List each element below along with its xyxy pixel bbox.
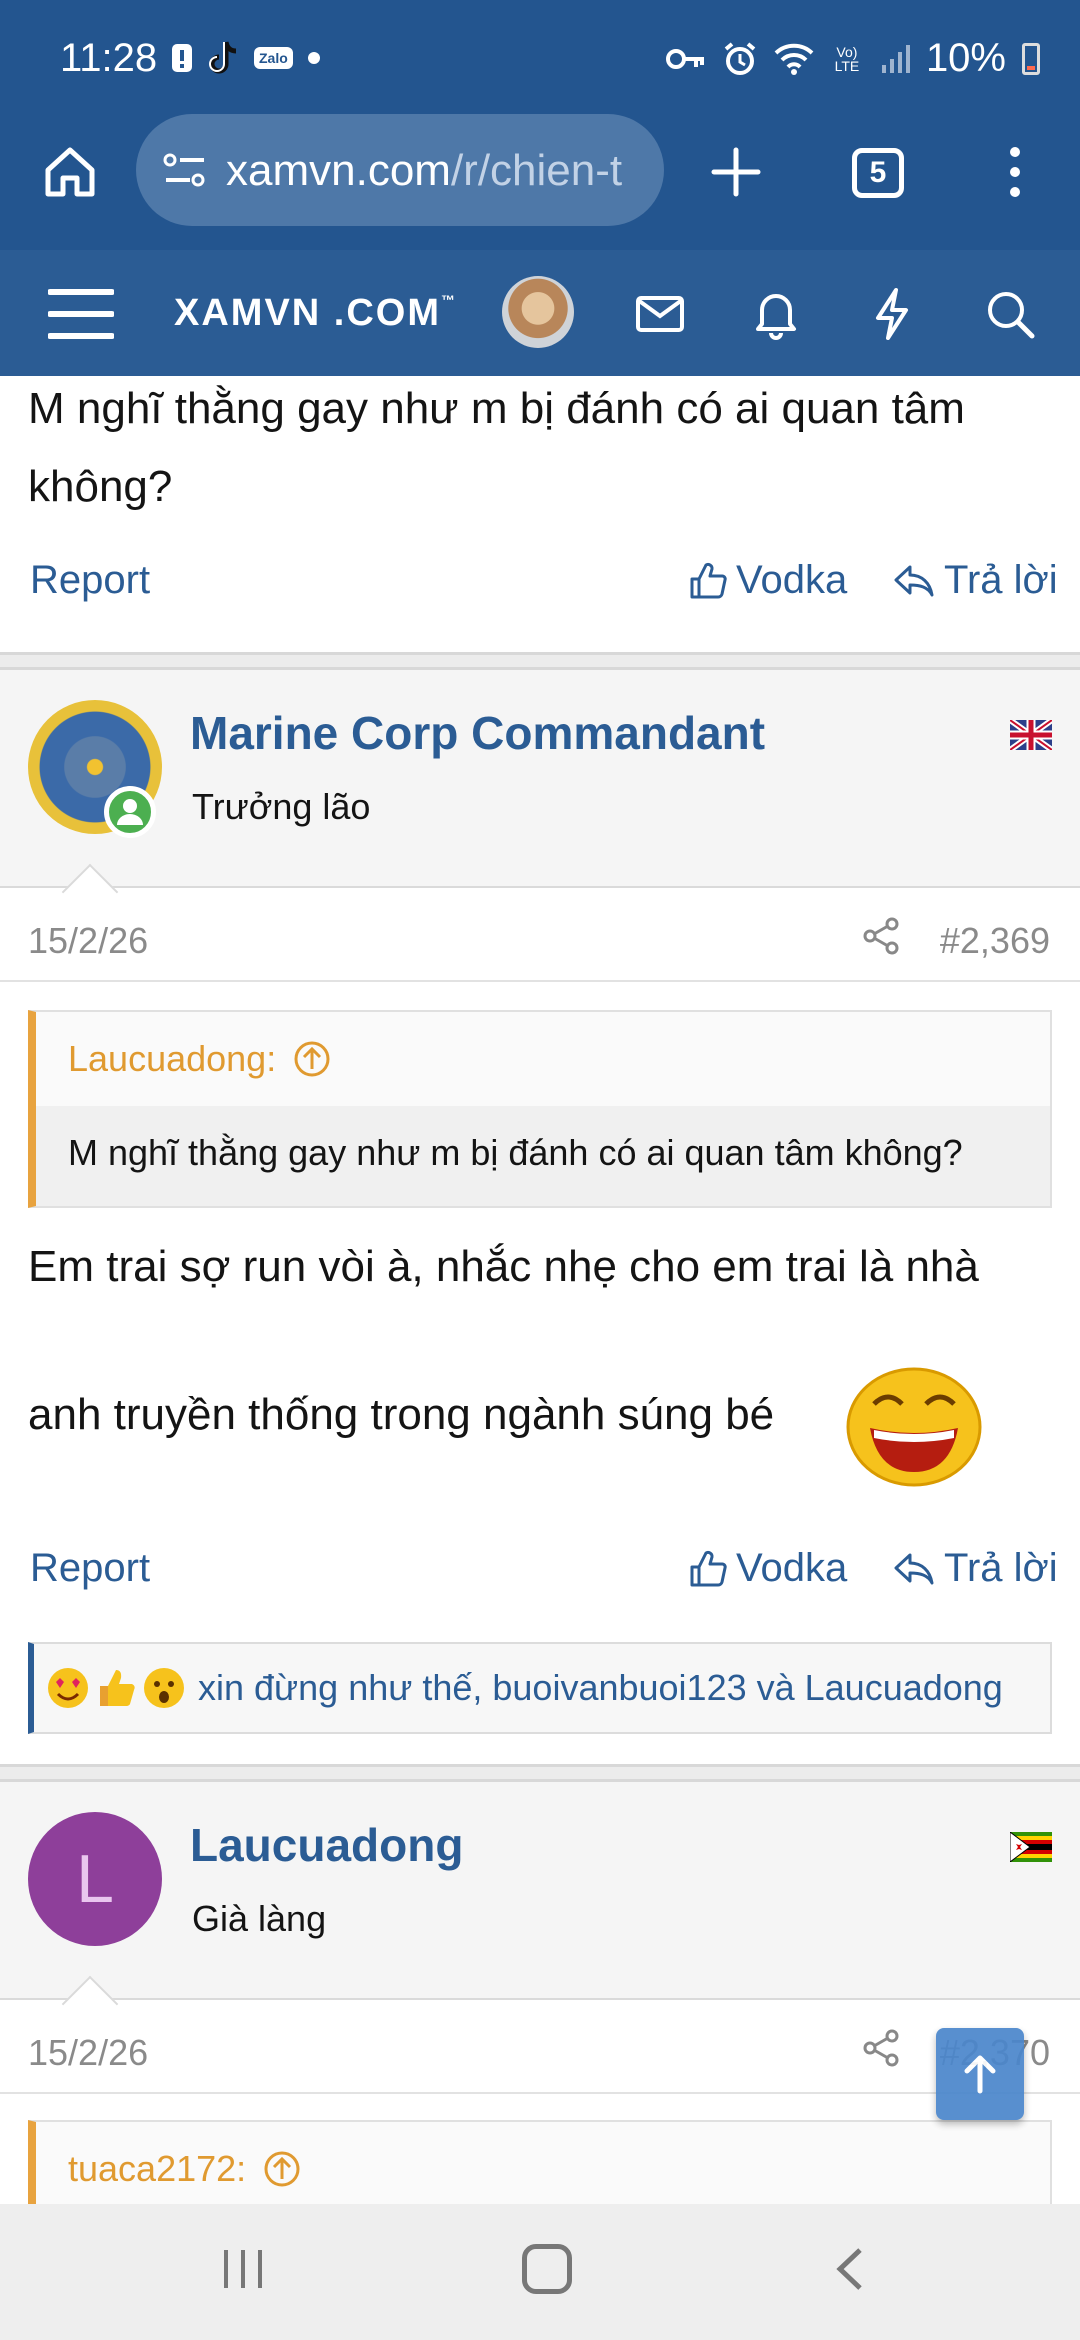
post-separator [0, 652, 1080, 670]
notification-icon [170, 42, 194, 74]
post-body-text: M nghĩ thằng gay như m bị đánh có ai qua… [28, 384, 965, 511]
reply-label: Trả lời [944, 1546, 1058, 1590]
online-status-icon [104, 786, 156, 838]
arrow-up-icon [964, 2055, 996, 2094]
quote-header[interactable]: tuaca2172: [36, 2122, 1050, 2204]
share-icon[interactable] [862, 2028, 902, 2068]
url-bar[interactable]: xamvn.com/r/chien-t [136, 114, 664, 226]
laughing-emoji-icon [846, 1367, 982, 1487]
url-host: xamvn.com [226, 146, 451, 195]
reactions-text[interactable]: xin đừng như thế, buoivanbuoi123 và Lauc… [198, 1667, 1003, 1709]
scroll-to-top-button[interactable] [936, 2028, 1024, 2120]
back-icon[interactable] [826, 2244, 876, 2294]
battery-percent: 10% [925, 36, 1006, 80]
key-icon [665, 44, 706, 74]
user-title: Trưởng lão [192, 786, 371, 827]
user-title: Già làng [192, 1898, 327, 1939]
reply-icon [894, 1553, 934, 1584]
user-avatar[interactable]: L [28, 1812, 162, 1946]
report-link[interactable]: Report [30, 558, 150, 603]
recent-apps-icon[interactable] [218, 2244, 268, 2294]
logo-text: XAMVN .COM [174, 292, 441, 334]
browser-header: 11:28 Zalo Vo) LTE 10% xamvn.com/r/chien… [0, 0, 1080, 250]
thread-content: M nghĩ thằng gay như m bị đánh có ai qua… [0, 376, 1080, 2204]
zalo-icon: Zalo [254, 47, 293, 69]
post-body-text: Em trai sợ run vòi à, nhắc nhẹ cho em tr… [28, 1242, 979, 1291]
post-meta: 15/2/26 #2,370 [0, 2002, 1080, 2094]
inbox-icon[interactable] [630, 284, 690, 344]
hamburger-menu-icon[interactable] [47, 288, 115, 340]
thumbs-up-icon [690, 1550, 727, 1586]
report-link[interactable]: Report [30, 1546, 150, 1591]
reactions-bar[interactable]: xin đừng như thế, buoivanbuoi123 và Lauc… [28, 1642, 1052, 1734]
post-header: L Laucuadong Già làng [0, 1782, 1080, 2033]
browser-toolbar: xamvn.com/r/chien-t 5 [0, 112, 1080, 250]
status-bar: 11:28 Zalo Vo) LTE 10% [0, 0, 1080, 112]
post-meta: 15/2/26 #2,369 [0, 890, 1080, 982]
surprised-emoji-icon [142, 1666, 186, 1710]
home-button[interactable] [522, 2244, 572, 2294]
post-date[interactable]: 15/2/26 [28, 2032, 148, 2074]
heart-eyes-emoji-icon [46, 1666, 90, 1710]
quote-author[interactable]: Laucuadong: [68, 1038, 276, 1080]
quote-block: tuaca2172: [28, 2120, 1052, 2204]
site-settings-icon[interactable] [162, 150, 208, 195]
thumbs-up-icon [690, 562, 727, 598]
tiktok-icon [208, 40, 240, 76]
site-logo[interactable]: XAMVN .COM™ [174, 292, 457, 335]
reply-icon [894, 565, 934, 596]
avatar-letter: L [76, 1841, 114, 1917]
battery-icon [1022, 42, 1040, 75]
quote-block: Laucuadong: M nghĩ thằng gay như m bị đá… [28, 1010, 1052, 1208]
more-options-icon[interactable] [1000, 142, 1030, 202]
wifi-icon [774, 43, 814, 75]
post-separator [0, 1764, 1080, 1782]
reply-button[interactable]: Trả lời [892, 558, 1058, 603]
quote-text: M nghĩ thằng gay như m bị đánh có ai qua… [36, 1106, 1050, 1206]
go-to-quote-icon[interactable] [262, 2149, 302, 2189]
reply-button[interactable]: Trả lời [892, 1546, 1058, 1591]
home-icon[interactable] [40, 142, 100, 202]
post-body-text: anh truyền thống trong ngành súng bé [28, 1390, 775, 1439]
status-right-icons: Vo) LTE 10% [665, 36, 1040, 81]
vodka-label: Vodka [736, 1546, 848, 1590]
user-avatar[interactable] [502, 276, 574, 348]
share-icon[interactable] [862, 916, 902, 956]
lte-label: Vo) LTE [834, 43, 860, 74]
quote-header[interactable]: Laucuadong: [36, 1012, 1050, 1106]
vodka-button[interactable]: Vodka [688, 1546, 847, 1591]
username[interactable]: Marine Corp Commandant [190, 706, 765, 760]
forum-navbar: XAMVN .COM™ [0, 250, 1080, 376]
zimbabwe-flag-icon [1010, 1832, 1052, 1862]
search-icon[interactable] [980, 284, 1040, 344]
post-header: Marine Corp Commandant Trưởng lão [0, 670, 1080, 921]
dot-icon [307, 51, 321, 65]
vodka-label: Vodka [736, 558, 848, 602]
post-actions: Report Vodka Trả lời [0, 1534, 1080, 1604]
system-navigation-bar [0, 2204, 1080, 2340]
post-actions: Report Vodka Trả lời [0, 546, 1080, 616]
new-tab-icon[interactable] [706, 142, 766, 202]
reply-label: Trả lời [944, 558, 1058, 602]
username[interactable]: Laucuadong [190, 1818, 463, 1872]
status-left-icons: Zalo [170, 40, 321, 76]
url-path: /r/chien-t [450, 146, 623, 195]
vodka-button[interactable]: Vodka [688, 558, 847, 603]
thumbs-up-emoji-icon [94, 1666, 138, 1710]
post-number[interactable]: #2,369 [940, 920, 1050, 962]
quote-author[interactable]: tuaca2172: [68, 2148, 246, 2190]
bell-icon[interactable] [746, 284, 806, 344]
go-to-quote-icon[interactable] [292, 1039, 332, 1079]
post-date[interactable]: 15/2/26 [28, 920, 148, 962]
tab-switcher-button[interactable]: 5 [852, 148, 904, 198]
signal-icon [880, 43, 910, 75]
uk-flag-icon [1010, 720, 1052, 750]
url-text[interactable]: xamvn.com/r/chien-t [226, 146, 646, 196]
status-time: 11:28 [60, 36, 158, 80]
alarm-icon [722, 41, 758, 77]
lightning-icon[interactable] [862, 284, 922, 344]
logo-mark: ™ [441, 292, 457, 308]
